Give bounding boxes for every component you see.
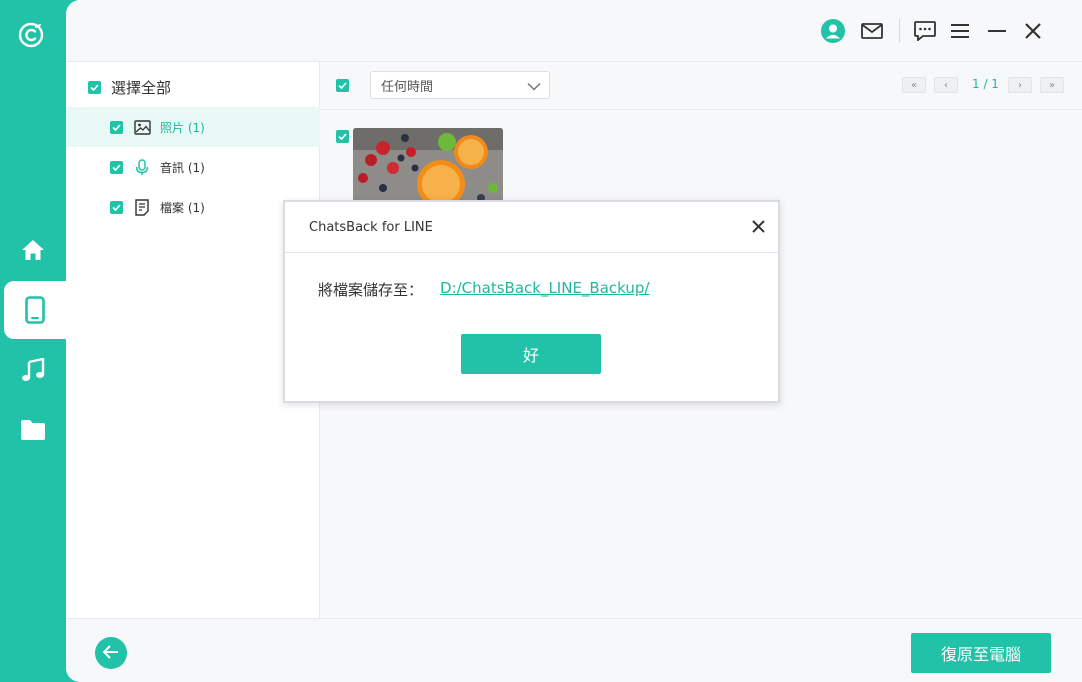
photos-checkbox[interactable] <box>110 120 123 134</box>
prev-page-button[interactable]: ‹ <box>934 77 958 93</box>
home-icon <box>21 239 45 261</box>
image-icon <box>133 118 151 136</box>
category-label: 音訊 (1) <box>160 160 205 175</box>
category-label: 照片 (1) <box>160 120 205 135</box>
phone-icon <box>25 296 45 324</box>
bottom-bar: 復原至電腦 <box>66 618 1082 682</box>
select-page-checkbox[interactable] <box>336 79 349 92</box>
category-photos[interactable]: 照片 (1) <box>66 107 320 147</box>
first-page-button[interactable]: « <box>902 77 926 93</box>
app-logo-icon <box>17 21 45 49</box>
time-filter-value: 任何時間 <box>381 79 434 95</box>
dialog-title: ChatsBack for LINE <box>309 220 433 235</box>
toolbar-divider <box>899 19 900 43</box>
category-label: 檔案 (1) <box>160 200 205 215</box>
title-bar <box>66 0 1082 62</box>
document-icon <box>133 198 151 216</box>
category-files[interactable]: 檔案 (1) <box>66 187 320 227</box>
select-all-label: 選擇全部 <box>111 78 172 97</box>
save-location-dialog: ChatsBack for LINE 將檔案儲存至： D:/ChatsBack_… <box>283 200 780 403</box>
user-icon[interactable] <box>820 18 846 44</box>
feedback-icon[interactable] <box>912 18 938 44</box>
select-all-row[interactable]: 選擇全部 <box>88 76 171 98</box>
minimize-icon[interactable] <box>984 18 1010 44</box>
select-all-checkbox[interactable] <box>88 80 101 94</box>
dialog-divider <box>285 252 778 253</box>
time-filter-dropdown[interactable]: 任何時間 <box>370 71 550 99</box>
photo-thumbnail[interactable] <box>353 128 503 204</box>
last-page-button[interactable]: » <box>1040 77 1064 93</box>
left-nav-rail <box>0 0 66 682</box>
microphone-icon <box>133 158 151 176</box>
save-path-link[interactable]: D:/ChatsBack_LINE_Backup/ <box>440 279 649 297</box>
dialog-close-icon[interactable] <box>748 216 768 236</box>
nav-device[interactable] <box>4 281 66 339</box>
audio-checkbox[interactable] <box>110 160 123 174</box>
nav-home[interactable] <box>0 221 66 279</box>
mail-icon[interactable] <box>859 18 885 44</box>
category-panel: 選擇全部 照片 (1) 音訊 (1) 檔案 (1) <box>66 62 320 618</box>
media-item-checkbox[interactable] <box>336 130 349 143</box>
category-audio[interactable]: 音訊 (1) <box>66 147 320 187</box>
close-icon[interactable] <box>1020 18 1046 44</box>
nav-music[interactable] <box>0 341 66 399</box>
chevron-down-icon <box>527 80 541 95</box>
next-page-button[interactable]: › <box>1008 77 1032 93</box>
nav-files[interactable] <box>0 401 66 459</box>
music-icon <box>21 358 45 382</box>
arrow-left-icon <box>102 644 119 663</box>
back-button[interactable] <box>95 637 127 669</box>
folder-icon <box>20 419 46 441</box>
dialog-message: 將檔案儲存至： <box>318 281 424 299</box>
restore-to-computer-button[interactable]: 復原至電腦 <box>911 633 1051 673</box>
content-toolbar: 任何時間 « ‹ 1 / 1 › » <box>320 62 1082 110</box>
files-checkbox[interactable] <box>110 200 123 214</box>
ok-button[interactable]: 好 <box>461 334 601 374</box>
menu-icon[interactable] <box>947 18 973 44</box>
page-indicator: 1 / 1 <box>972 77 999 91</box>
